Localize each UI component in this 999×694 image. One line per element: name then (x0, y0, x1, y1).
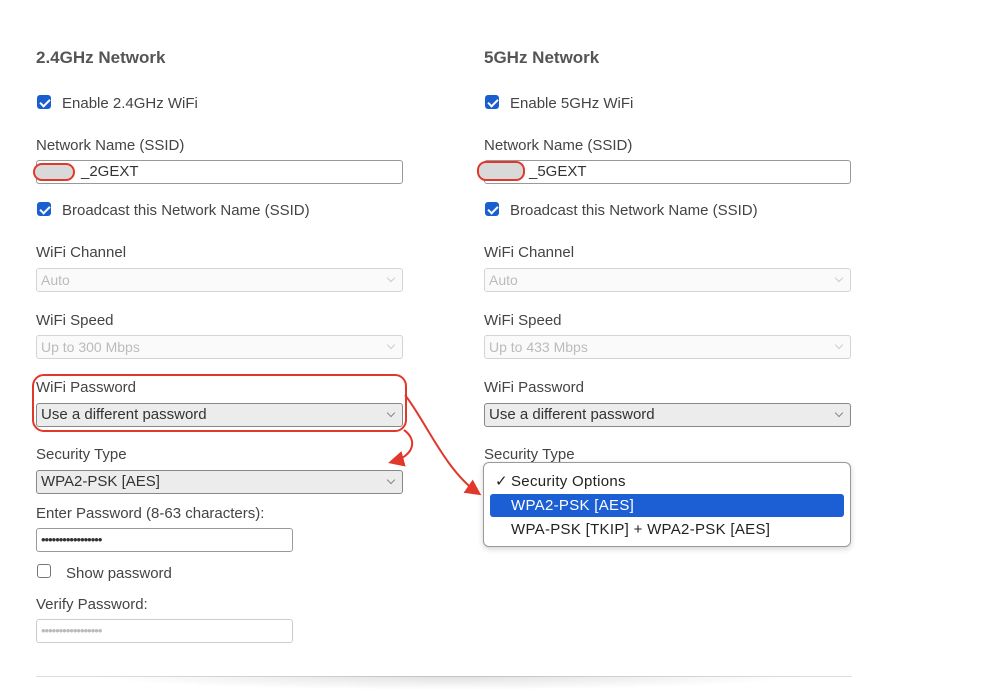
arrow-to-left-security (388, 429, 414, 467)
bottom-shadow (90, 676, 810, 690)
annotation-arrows (388, 394, 482, 496)
arrow-to-right-dropdown (404, 394, 482, 496)
